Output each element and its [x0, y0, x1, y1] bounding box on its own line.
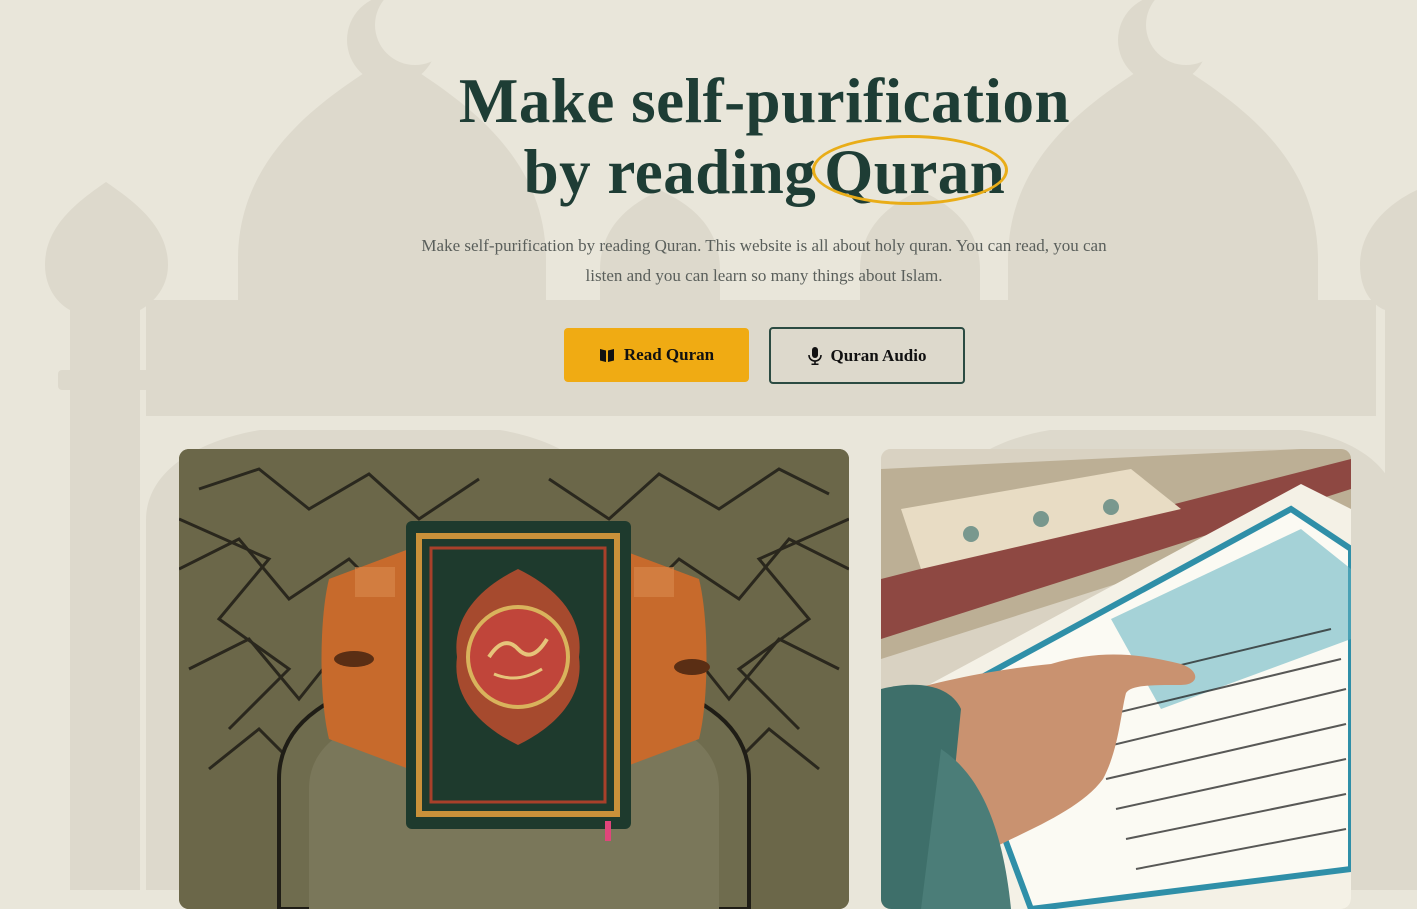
read-quran-button[interactable]: Read Quran: [564, 328, 749, 382]
quran-audio-label: Quran Audio: [830, 345, 927, 365]
hero-subtitle: Make self-purification by reading Quran.…: [421, 236, 1107, 285]
microphone-icon: [807, 346, 822, 365]
hero-title-highlight: Quran: [812, 135, 1009, 208]
hero-title-line-1: Make self-purification: [458, 66, 1071, 136]
highlight-word: Quran: [824, 137, 1006, 207]
hero-title-prefix: by reading: [523, 137, 817, 207]
hand-reading-quran-photo: [881, 449, 1351, 909]
read-quran-label: Read Quran: [623, 345, 715, 364]
quran-on-prayer-rug-photo: [179, 449, 849, 909]
hero-title: Make self-purification by reading Quran: [0, 66, 1417, 208]
book-open-icon: [599, 347, 615, 363]
hero-title-line-2: by reading Quran: [0, 135, 1417, 208]
quran-audio-button[interactable]: Quran Audio: [769, 327, 965, 384]
